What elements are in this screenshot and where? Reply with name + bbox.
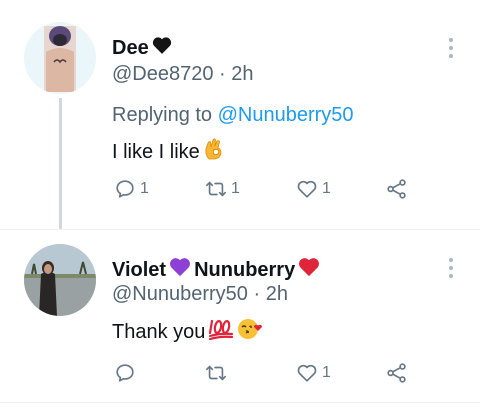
replying-to-label: Replying to bbox=[112, 104, 213, 126]
like-count: 1 bbox=[322, 364, 331, 381]
handle-time: @Dee8720 · 2h bbox=[112, 63, 254, 85]
like-count: 1 bbox=[322, 180, 331, 197]
like-button[interactable]: 1 bbox=[296, 176, 331, 202]
tweet-divider bbox=[0, 402, 480, 403]
share-button[interactable] bbox=[386, 176, 408, 202]
author-name-row[interactable]: Dee bbox=[112, 36, 172, 61]
timestamp: 2h bbox=[265, 283, 288, 305]
tweet-violet[interactable]: Violet Nunuberry @Nunuberry50 · 2h Thank… bbox=[0, 230, 480, 400]
handle[interactable]: @Nunuberry50 bbox=[112, 283, 248, 305]
ok-hand-icon bbox=[203, 137, 225, 167]
share-icon bbox=[387, 179, 406, 199]
more-dot bbox=[449, 258, 453, 262]
retweet-icon bbox=[206, 365, 226, 381]
more-dot bbox=[449, 46, 453, 50]
display-name[interactable]: Dee bbox=[112, 37, 149, 60]
avatar-dee[interactable] bbox=[24, 22, 96, 94]
mention-link[interactable]: @Nunuberry50 bbox=[218, 104, 354, 126]
retweet-button[interactable] bbox=[205, 360, 227, 386]
retweet-count: 1 bbox=[231, 180, 240, 197]
handle[interactable]: @Dee8720 bbox=[112, 63, 213, 85]
author-name-row[interactable]: Violet Nunuberry bbox=[112, 257, 320, 283]
tweet-actions: 1 bbox=[0, 360, 480, 386]
reply-button[interactable] bbox=[114, 360, 136, 386]
replying-to: Replying to @Nunuberry50 bbox=[112, 104, 354, 127]
like-button[interactable]: 1 bbox=[296, 360, 331, 386]
red-heart-icon bbox=[298, 257, 320, 283]
avatar-violet[interactable] bbox=[24, 244, 96, 316]
reply-count: 1 bbox=[140, 180, 149, 197]
reply-icon bbox=[116, 364, 134, 382]
tweet-text: Thank you bbox=[112, 317, 263, 347]
more-dot bbox=[449, 266, 453, 270]
tweet-text: I like I like bbox=[112, 137, 225, 167]
more-dot bbox=[449, 54, 453, 58]
retweet-icon bbox=[206, 181, 226, 197]
tweet-dee[interactable]: Dee @Dee8720 · 2h Replying to @Nunuberry… bbox=[0, 0, 480, 230]
display-name-part-2[interactable]: Nunuberry bbox=[194, 259, 295, 282]
display-name-part-1[interactable]: Violet bbox=[112, 259, 166, 282]
more-options-button[interactable] bbox=[444, 36, 458, 60]
heart-outline-icon bbox=[297, 180, 317, 198]
purple-heart-icon bbox=[169, 257, 191, 283]
reply-icon bbox=[116, 180, 134, 198]
thread-line bbox=[59, 98, 62, 230]
retweet-button[interactable]: 1 bbox=[205, 176, 240, 202]
more-dot bbox=[449, 274, 453, 278]
tweet-body: Thank you bbox=[112, 320, 206, 343]
handle-time: @Nunuberry50 · 2h bbox=[112, 283, 288, 305]
share-icon bbox=[387, 363, 406, 383]
face-blowing-kiss-icon bbox=[237, 317, 263, 347]
heart-outline-icon bbox=[297, 364, 317, 382]
more-options-button[interactable] bbox=[444, 256, 458, 280]
share-button[interactable] bbox=[386, 360, 408, 386]
reply-button[interactable]: 1 bbox=[114, 176, 149, 202]
timestamp: 2h bbox=[231, 63, 254, 85]
black-heart-icon bbox=[152, 36, 172, 61]
tweet-actions: 1 1 1 bbox=[0, 176, 480, 202]
more-dot bbox=[449, 38, 453, 42]
tweet-body: I like I like bbox=[112, 140, 200, 163]
hundred-points-icon bbox=[208, 318, 234, 346]
